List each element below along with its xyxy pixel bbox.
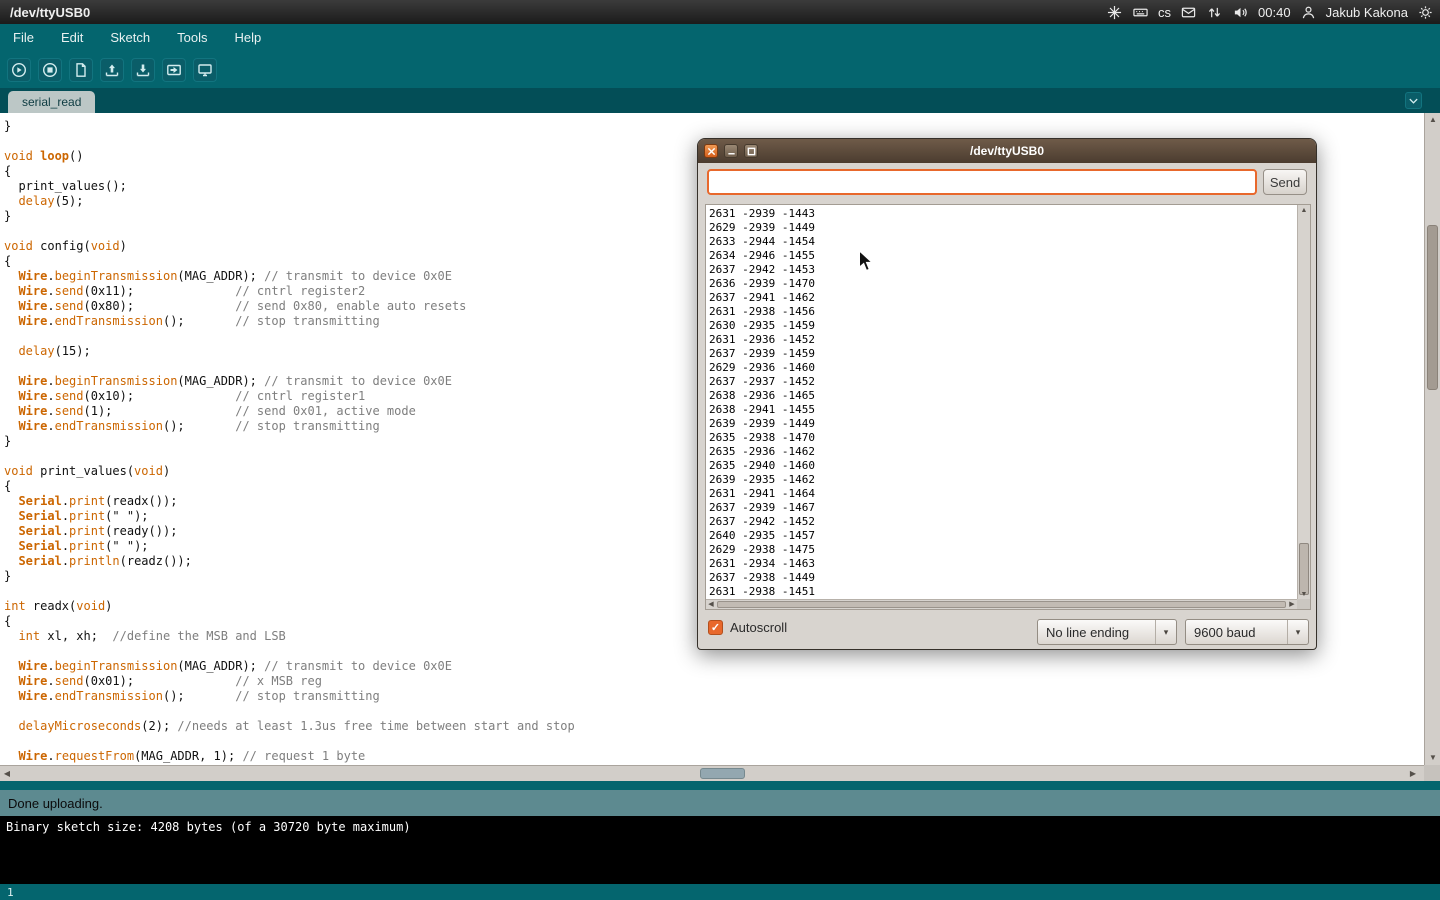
keyboard-icon[interactable] (1132, 4, 1149, 21)
tab-menu-button[interactable] (1405, 92, 1422, 109)
maximize-icon[interactable] (744, 144, 758, 158)
serial-output-area: 2631 -2939 -1443 2629 -2939 -1449 2633 -… (705, 204, 1311, 610)
serial-monitor-title: /dev/ttyUSB0 (698, 144, 1316, 158)
new-sketch-button[interactable] (69, 58, 93, 82)
send-button[interactable]: Send (1263, 169, 1307, 195)
check-icon: ✓ (711, 621, 720, 634)
serial-monitor-button[interactable] (193, 58, 217, 82)
status-message: Done uploading. (8, 796, 103, 811)
code-line: delayMicroseconds(2); //needs at least 1… (4, 719, 1424, 734)
minimize-icon[interactable] (724, 144, 738, 158)
scroll-left-icon[interactable]: ◀ (0, 766, 14, 782)
user-icon (1300, 4, 1317, 21)
desktop-panel: /dev/ttyUSB0 cs 00:40 Jakub Kakona (0, 0, 1440, 24)
line-ending-value: No line ending (1038, 620, 1155, 644)
indicator-star-icon[interactable] (1106, 4, 1123, 21)
verify-button[interactable] (7, 58, 31, 82)
panel-indicators: cs 00:40 Jakub Kakona (1106, 4, 1434, 21)
current-line-number: 1 (7, 886, 14, 899)
autoscroll-checkbox[interactable]: ✓ (708, 620, 723, 635)
stop-button[interactable] (38, 58, 62, 82)
autoscroll-label: Autoscroll (730, 620, 787, 635)
network-traffic-icon[interactable] (1206, 4, 1223, 21)
window-title: /dev/ttyUSB0 (6, 5, 90, 20)
session-user-name[interactable]: Jakub Kakona (1326, 5, 1408, 20)
scrollbar-corner (1424, 765, 1440, 781)
menu-file[interactable]: File (13, 30, 34, 45)
toolbar (0, 51, 1440, 88)
upload-button[interactable] (162, 58, 186, 82)
scrollbar-corner (1297, 599, 1310, 609)
code-line: Wire.endTransmission(); // stop transmit… (4, 689, 1424, 704)
code-line: Wire.beginTransmission(MAG_ADDR); // tra… (4, 659, 1424, 674)
editor-horizontal-scrollbar[interactable]: ◀ ▶ (0, 765, 1440, 781)
line-indicator-bar: 1 (0, 884, 1440, 900)
baud-rate-select[interactable]: 9600 baud ▾ (1185, 619, 1309, 645)
code-line (4, 704, 1424, 719)
scroll-up-icon[interactable]: ▲ (1298, 205, 1310, 215)
scroll-right-icon[interactable]: ▶ (1406, 766, 1420, 782)
scroll-right-icon[interactable]: ▶ (1287, 600, 1297, 609)
menubar: File Edit Sketch Tools Help (0, 24, 1440, 51)
serial-output-text: 2631 -2939 -1443 2629 -2939 -1449 2633 -… (709, 207, 1295, 598)
menu-help[interactable]: Help (234, 30, 261, 45)
editor-vscroll-thumb[interactable] (1427, 225, 1438, 390)
serial-vertical-scrollbar[interactable]: ▲ ▼ (1297, 205, 1310, 599)
scroll-up-icon[interactable]: ▲ (1425, 113, 1440, 127)
save-sketch-button[interactable] (131, 58, 155, 82)
volume-icon[interactable] (1232, 4, 1249, 21)
console-output: Binary sketch size: 4208 bytes (of a 307… (0, 816, 1440, 884)
chevron-down-icon[interactable]: ▾ (1287, 620, 1308, 644)
serial-monitor-window: /dev/ttyUSB0 Send 2631 -2939 -1443 2629 … (697, 138, 1317, 650)
keyboard-layout-indicator[interactable]: cs (1158, 5, 1171, 20)
serial-input-field[interactable] (707, 169, 1257, 195)
tab-serial-read[interactable]: serial_read (8, 91, 95, 113)
serial-horizontal-scrollbar[interactable]: ◀ ▶ (706, 599, 1297, 609)
baud-rate-value: 9600 baud (1186, 620, 1287, 644)
mail-icon[interactable] (1180, 4, 1197, 21)
serial-vscroll-thumb[interactable] (1299, 543, 1309, 595)
line-ending-select[interactable]: No line ending ▾ (1037, 619, 1177, 645)
menu-tools[interactable]: Tools (177, 30, 207, 45)
serial-hscroll-thumb[interactable] (717, 601, 1286, 608)
scroll-down-icon[interactable]: ▼ (1425, 751, 1440, 765)
open-sketch-button[interactable] (100, 58, 124, 82)
editor-hscroll-thumb[interactable] (700, 768, 745, 779)
tabbar: serial_read (0, 88, 1440, 113)
gear-icon[interactable] (1417, 4, 1434, 21)
code-line (4, 734, 1424, 749)
scroll-down-icon[interactable]: ▼ (1298, 589, 1310, 599)
scroll-left-icon[interactable]: ◀ (706, 600, 716, 609)
clock[interactable]: 00:40 (1258, 5, 1291, 20)
code-line: Wire.send(0x01); // x MSB reg (4, 674, 1424, 689)
chevron-down-icon[interactable]: ▾ (1155, 620, 1176, 644)
code-line: Wire.requestFrom(MAG_ADDR, 1); // reques… (4, 749, 1424, 764)
status-bar: Done uploading. (0, 790, 1440, 816)
serial-monitor-titlebar[interactable]: /dev/ttyUSB0 (698, 139, 1316, 163)
autoscroll-control: ✓ Autoscroll (708, 620, 787, 635)
editor-vertical-scrollbar[interactable]: ▲ ▼ (1424, 113, 1440, 765)
menu-edit[interactable]: Edit (61, 30, 83, 45)
close-icon[interactable] (704, 144, 718, 158)
console-line: Binary sketch size: 4208 bytes (of a 307… (6, 820, 1434, 834)
menu-sketch[interactable]: Sketch (110, 30, 150, 45)
code-line: } (4, 119, 1424, 134)
